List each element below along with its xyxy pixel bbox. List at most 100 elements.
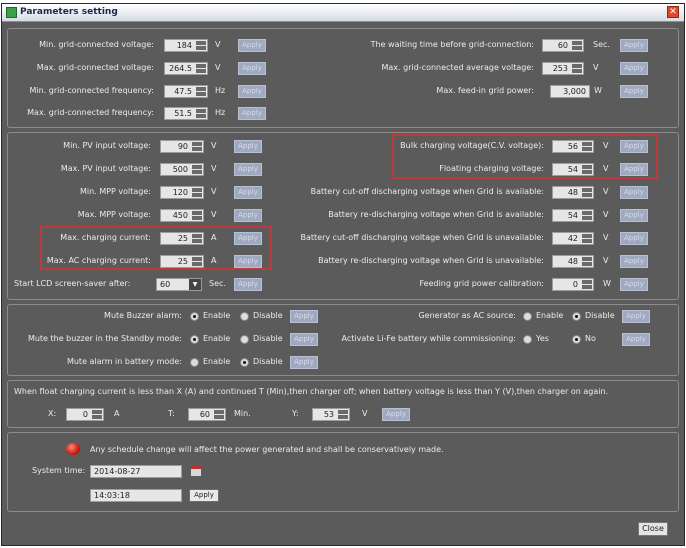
apply-button[interactable]: Apply (238, 107, 266, 120)
mute-standby-enable-radio[interactable] (190, 335, 199, 344)
waiting-time-label: The waiting time before grid-connection: (370, 40, 534, 49)
battery-redischarge-grid-unavailable-input[interactable]: 48 (552, 255, 594, 268)
max-feed-in-power-input[interactable]: 3,000 (550, 85, 590, 98)
spinner-icon[interactable] (192, 165, 202, 174)
apply-button[interactable]: Apply (620, 85, 648, 98)
max-grid-frequency-input[interactable]: 51.5 (164, 107, 208, 120)
mute-buzzer-disable-radio[interactable] (240, 312, 249, 321)
battery-redischarge-grid-available-input[interactable]: 54 (552, 209, 594, 222)
spinner-icon[interactable] (192, 211, 202, 220)
generator-disable-label: Disable (585, 311, 615, 320)
close-button[interactable]: Close (638, 522, 668, 536)
system-time-input[interactable]: 14:03:18 (90, 489, 182, 502)
min-pv-voltage-input[interactable]: 90 (160, 140, 204, 153)
spinner-icon[interactable] (196, 109, 206, 118)
close-window-icon[interactable]: ✕ (667, 6, 679, 18)
apply-button[interactable]: Apply (234, 163, 262, 176)
mute-standby-label: Mute the buzzer in the Standby mode: (27, 334, 182, 343)
calendar-icon[interactable] (191, 466, 201, 476)
apply-button[interactable]: Apply (620, 209, 648, 222)
chevron-down-icon[interactable]: ▼ (189, 279, 201, 290)
spinner-icon[interactable] (582, 188, 592, 197)
mute-standby-disable-radio[interactable] (240, 335, 249, 344)
float-t-unit: Min. (234, 409, 251, 418)
max-pv-voltage-input[interactable]: 500 (160, 163, 204, 176)
max-grid-frequency-unit: Hz (215, 108, 226, 117)
apply-button[interactable]: Apply (622, 310, 650, 323)
apply-button[interactable]: Apply (290, 310, 318, 323)
spinner-icon[interactable] (92, 410, 102, 419)
min-grid-frequency-input[interactable]: 47.5 (164, 85, 208, 98)
max-feed-in-power-value: 3,000 (563, 87, 586, 96)
min-mpp-voltage-input[interactable]: 120 (160, 186, 204, 199)
lifepo-no-radio[interactable] (572, 335, 581, 344)
apply-button[interactable]: Apply (620, 62, 648, 75)
spinner-icon[interactable] (214, 410, 224, 419)
apply-button[interactable]: Apply (290, 333, 318, 346)
apply-button[interactable]: Apply (620, 39, 648, 52)
feeding-power-calibration-input[interactable]: 0 (552, 278, 594, 291)
spinner-icon[interactable] (582, 257, 592, 266)
system-date-input[interactable]: 2014-08-27 (90, 465, 182, 478)
float-y-input[interactable]: 53 (312, 408, 350, 421)
apply-button[interactable]: Apply (234, 209, 262, 222)
waiting-time-input[interactable]: 60 (542, 39, 584, 52)
mute-battery-disable-radio[interactable] (240, 358, 249, 367)
lifepo-yes-radio[interactable] (523, 335, 532, 344)
apply-button[interactable]: Apply (620, 186, 648, 199)
float-x-input[interactable]: 0 (66, 408, 104, 421)
screensaver-select[interactable]: 60 ▼ (156, 278, 202, 291)
feeding-power-calibration-value: 0 (572, 280, 578, 289)
apply-button[interactable]: Apply (620, 255, 648, 268)
apply-button[interactable]: Apply (382, 408, 410, 421)
battery-cutoff-grid-available-input[interactable]: 48 (552, 186, 594, 199)
float-t-input[interactable]: 60 (188, 408, 226, 421)
lifepo-yes-label: Yes (536, 334, 549, 343)
min-mpp-voltage-label: Min. MPP voltage: (80, 187, 151, 196)
spinner-icon[interactable] (582, 211, 592, 220)
spinner-icon[interactable] (196, 41, 206, 50)
spinner-icon[interactable] (192, 142, 202, 151)
generator-disable-radio[interactable] (572, 312, 581, 321)
spinner-icon[interactable] (582, 234, 592, 243)
apply-button[interactable]: Apply (620, 278, 648, 291)
float-y-label: Y: (292, 409, 299, 418)
spinner-icon[interactable] (572, 41, 582, 50)
min-grid-frequency-label: Min. grid-connected frequency: (29, 86, 154, 95)
max-mpp-voltage-input[interactable]: 450 (160, 209, 204, 222)
spinner-icon[interactable] (338, 410, 348, 419)
apply-button[interactable]: Apply (234, 186, 262, 199)
apply-button[interactable]: Apply (622, 333, 650, 346)
apply-button[interactable]: Apply (238, 85, 266, 98)
system-time-apply-button[interactable]: Apply (189, 489, 219, 502)
battery-redischarge-grid-unavailable-unit: V (603, 256, 609, 265)
min-grid-voltage-input[interactable]: 184 (164, 39, 208, 52)
spinner-icon[interactable] (572, 64, 582, 73)
spinner-icon[interactable] (196, 64, 206, 73)
apply-button[interactable]: Apply (238, 62, 266, 75)
max-mpp-voltage-label: Max. MPP voltage: (77, 210, 151, 219)
max-avg-voltage-label: Max. grid-connected average voltage: (381, 63, 535, 72)
system-date-value: 2014-08-27 (94, 467, 141, 476)
apply-button[interactable]: Apply (620, 232, 648, 245)
apply-button[interactable]: Apply (234, 278, 262, 291)
max-grid-voltage-input[interactable]: 264.5 (164, 62, 208, 75)
battery-cutoff-grid-unavailable-input[interactable]: 42 (552, 232, 594, 245)
lifepo-activate-label: Activate Li-Fe battery while commissioni… (341, 334, 516, 343)
float-y-unit: V (362, 409, 368, 418)
float-t-label: T: (168, 409, 175, 418)
min-grid-voltage-label: Min. grid-connected voltage: (39, 40, 154, 49)
mute-battery-enable-radio[interactable] (190, 358, 199, 367)
max-avg-voltage-input[interactable]: 253 (542, 62, 584, 75)
apply-button[interactable]: Apply (290, 356, 318, 369)
spinner-icon[interactable] (192, 188, 202, 197)
warning-icon (66, 443, 80, 455)
feeding-power-calibration-unit: W (603, 279, 611, 288)
max-pv-voltage-label: Max. PV input voltage: (60, 164, 151, 173)
mute-buzzer-enable-radio[interactable] (190, 312, 199, 321)
apply-button[interactable]: Apply (238, 39, 266, 52)
apply-button[interactable]: Apply (234, 140, 262, 153)
spinner-icon[interactable] (196, 87, 206, 96)
generator-enable-radio[interactable] (523, 312, 532, 321)
spinner-icon[interactable] (582, 280, 592, 289)
